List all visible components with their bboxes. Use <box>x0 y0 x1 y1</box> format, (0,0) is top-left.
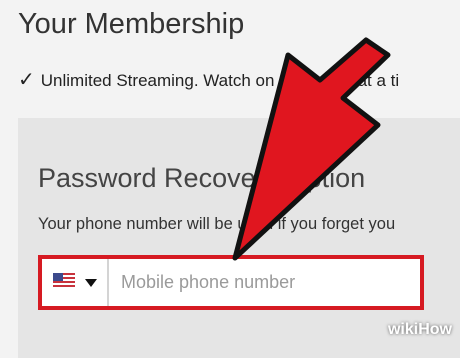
feature-text: Unlimited Streaming. Watch on 4 screens … <box>40 71 400 90</box>
check-icon: ✓ <box>18 69 35 91</box>
recovery-title: Password Recovery Option <box>38 163 366 193</box>
feature-line: ✓ Unlimited Streaming. Watch on 4 screens… <box>18 67 399 92</box>
phone-number-field <box>38 255 424 310</box>
mobile-phone-input[interactable] <box>109 258 420 307</box>
recovery-description: Your phone number will be used if you fo… <box>38 215 396 233</box>
country-code-select[interactable] <box>42 259 109 306</box>
us-flag-icon <box>52 273 75 292</box>
wikihow-watermark: wikiHow <box>387 321 452 338</box>
membership-title: Your Membership <box>18 8 245 40</box>
caret-down-icon <box>84 274 97 292</box>
